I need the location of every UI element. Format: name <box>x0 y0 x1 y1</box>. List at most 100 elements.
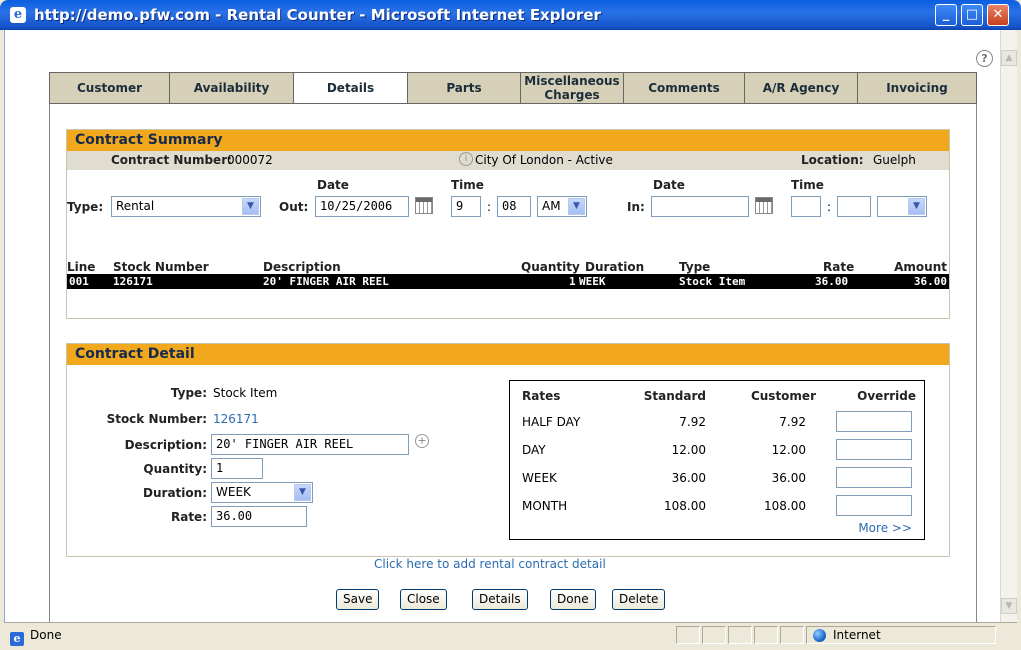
tab-availability[interactable]: Availability <box>169 72 293 104</box>
tab-details[interactable]: Details <box>293 72 407 104</box>
globe-icon <box>813 629 826 643</box>
override-input-half-day[interactable] <box>836 411 912 432</box>
tab-ar-agency[interactable]: A/R Agency <box>744 72 857 104</box>
rates-table: Rates Standard Customer Override HALF DA… <box>509 380 925 540</box>
rate-name: WEEK <box>522 471 557 485</box>
override-input-month[interactable] <box>836 495 912 516</box>
detail-rate-input[interactable]: 36.00 <box>211 506 307 527</box>
contract-type-select[interactable]: Rental ▼ <box>111 196 261 217</box>
details-button[interactable]: Details <box>472 589 528 610</box>
in-calendar-icon[interactable] <box>755 197 773 214</box>
rates-col-standard: Standard <box>643 389 706 403</box>
minimize-button[interactable]: _ <box>935 4 957 26</box>
rate-name: DAY <box>522 443 546 457</box>
scroll-up-icon[interactable]: ▲ <box>1001 50 1017 66</box>
tab-invoicing[interactable]: Invoicing <box>857 72 977 104</box>
in-label: In: <box>627 200 645 214</box>
plus-icon[interactable]: + <box>415 434 429 448</box>
override-input-day[interactable] <box>836 439 912 460</box>
row-quantity: 1 <box>569 275 576 288</box>
out-ampm-select-value: AM <box>542 199 561 213</box>
in-date-input[interactable] <box>651 196 749 217</box>
tab-parts[interactable]: Parts <box>407 72 520 104</box>
detail-description-input[interactable]: 20' FINGER AIR REEL <box>211 434 409 455</box>
chevron-down-icon: ▼ <box>242 198 259 215</box>
chevron-down-icon: ▼ <box>908 198 925 215</box>
table-row[interactable]: 001 126171 20' FINGER AIR REEL 1 WEEK St… <box>67 274 949 289</box>
rate-name: MONTH <box>522 499 568 513</box>
detail-quantity-label: Quantity: <box>143 462 207 476</box>
detail-type-label: Type: <box>170 386 207 400</box>
col-quantity: Quantity <box>521 260 580 274</box>
col-line: Line <box>67 260 96 274</box>
close-button[interactable]: Close <box>400 589 447 610</box>
done-button[interactable]: Done <box>550 589 596 610</box>
col-description: Description <box>263 260 341 274</box>
row-description: 20' FINGER AIR REEL <box>263 275 389 288</box>
rate-customer: 36.00 <box>771 471 806 485</box>
close-window-button[interactable]: ✕ <box>987 4 1009 26</box>
in-hour-input[interactable] <box>791 196 821 217</box>
summary-info-bar: Contract Number: 000072 i City Of London… <box>67 151 949 170</box>
detail-duration-select-value: WEEK <box>216 485 251 499</box>
vertical-scrollbar[interactable]: ▲ ▼ <box>1000 30 1017 622</box>
row-rate: 36.00 <box>815 275 849 288</box>
in-time-separator: : <box>827 200 832 214</box>
contract-detail-section: Contract Detail Type: Stock Item Stock N… <box>66 343 950 557</box>
rate-name: HALF DAY <box>522 415 581 429</box>
tab-comments[interactable]: Comments <box>623 72 744 104</box>
window-title: http://demo.pfw.com - Rental Counter - M… <box>34 6 601 24</box>
detail-quantity-input[interactable]: 1 <box>211 458 263 479</box>
tab-miscellaneous-charges[interactable]: Miscellaneous Charges <box>520 72 623 104</box>
maximize-button[interactable]: □ <box>961 4 983 26</box>
location-value: Guelph <box>873 153 916 167</box>
contract-summary-heading: Contract Summary <box>67 130 949 151</box>
contract-number-label: Contract Number: <box>111 153 232 167</box>
out-ampm-select[interactable]: AM ▼ <box>537 196 587 217</box>
status-text: Done <box>30 628 62 642</box>
col-type: Type <box>679 260 711 274</box>
delete-button[interactable]: Delete <box>612 589 666 610</box>
status-pane <box>780 626 804 644</box>
col-rate: Rate <box>823 260 855 274</box>
detail-duration-select[interactable]: WEEK ▼ <box>211 482 313 503</box>
in-date-label: Date <box>653 178 685 192</box>
out-label: Out: <box>279 200 309 214</box>
rate-standard: 12.00 <box>671 443 706 457</box>
detail-stock-link[interactable]: 126171 <box>213 412 259 426</box>
contract-summary-section: Contract Summary Contract Number: 000072… <box>66 129 950 319</box>
save-button[interactable]: Save <box>336 589 380 610</box>
out-date-input[interactable]: 10/25/2006 <box>315 196 409 217</box>
chevron-down-icon: ▼ <box>294 484 311 501</box>
rate-customer: 7.92 <box>779 415 806 429</box>
override-input-week[interactable] <box>836 467 912 488</box>
more-rates-link[interactable]: More >> <box>858 521 912 535</box>
in-minute-input[interactable] <box>837 196 871 217</box>
out-date-label: Date <box>317 178 349 192</box>
lines-table-header: Line Stock Number Description Quantity D… <box>67 260 949 274</box>
add-detail-link[interactable]: Click here to add rental contract detail <box>374 557 606 571</box>
browser-window: e http://demo.pfw.com - Rental Counter -… <box>0 0 1021 650</box>
help-icon[interactable]: ? <box>976 50 993 67</box>
scroll-down-icon[interactable]: ▼ <box>1001 598 1017 614</box>
rate-standard: 108.00 <box>664 499 706 513</box>
row-duration: WEEK <box>579 275 606 288</box>
detail-duration-label: Duration: <box>143 486 207 500</box>
out-hour-input[interactable]: 9 <box>451 196 481 217</box>
row-line: 001 <box>69 275 89 288</box>
out-calendar-icon[interactable] <box>415 197 433 214</box>
col-amount: Amount <box>894 260 947 274</box>
page-viewport: ? Customer Availability Details Parts Mi… <box>4 30 1017 633</box>
row-amount: 36.00 <box>913 275 947 288</box>
detail-rate-label: Rate: <box>170 510 207 524</box>
status-bar: e Done Internet <box>4 622 1017 646</box>
location-label: Location: <box>801 153 864 167</box>
contract-number-value: 000072 <box>227 153 273 167</box>
tab-customer[interactable]: Customer <box>49 72 169 104</box>
out-minute-input[interactable]: 08 <box>497 196 531 217</box>
in-ampm-select[interactable]: ▼ <box>877 196 927 217</box>
customer-status: City Of London - Active <box>475 153 613 167</box>
status-pane <box>676 626 700 644</box>
info-icon: i <box>459 152 473 166</box>
contract-detail-heading: Contract Detail <box>67 344 949 365</box>
